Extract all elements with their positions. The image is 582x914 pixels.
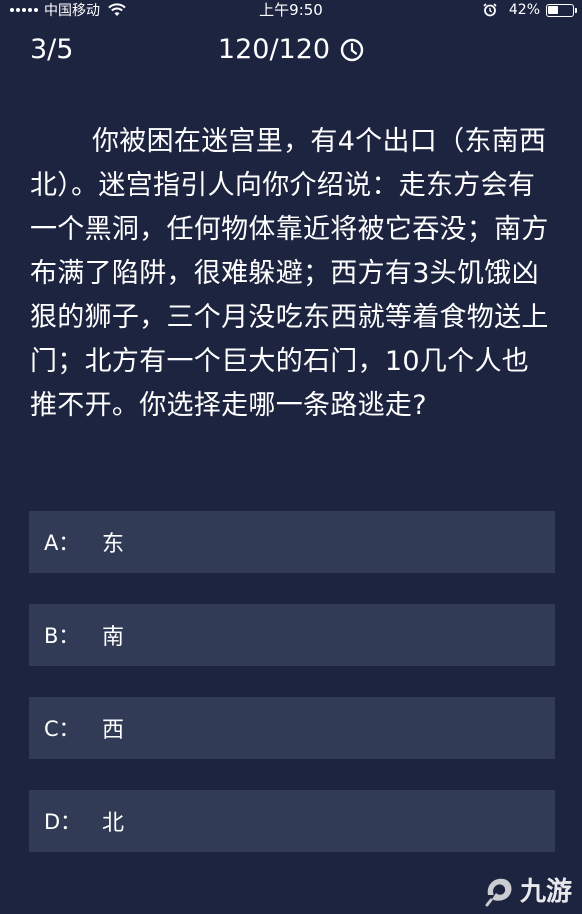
option-letter: A： <box>44 531 80 555</box>
option-text: 西 <box>102 718 125 743</box>
option-text: 南 <box>102 625 125 650</box>
option-letter: C： <box>44 717 80 741</box>
option-b-button[interactable]: B： 南 <box>29 604 555 666</box>
option-text: 东 <box>102 532 125 557</box>
watermark-text: 九游 <box>519 877 572 907</box>
option-d-button[interactable]: D： 北 <box>29 790 555 852</box>
clock-icon <box>340 38 364 62</box>
jiuyou-logo-icon <box>485 878 512 906</box>
battery-percent: 42% <box>508 2 540 18</box>
quiz-header: 3/5 120/120 <box>0 30 582 70</box>
timer: 120/120 <box>0 30 582 70</box>
option-text: 北 <box>102 811 125 836</box>
battery-icon <box>546 3 577 17</box>
battery-level-fill <box>548 5 558 14</box>
watermark: 九游 <box>482 871 572 908</box>
option-letter: D： <box>44 810 82 834</box>
option-c-button[interactable]: C： 西 <box>29 697 555 759</box>
answer-options: A： 东 B： 南 C： 西 D： 北 <box>29 511 555 883</box>
option-a-button[interactable]: A： 东 <box>29 511 555 573</box>
timer-value: 120/120 <box>217 34 331 65</box>
alarm-icon <box>483 3 497 17</box>
option-letter: B： <box>44 624 80 648</box>
question-text: 你被困在迷宫里，有4个出口（东南西北）。迷宫指引人向你介绍说：走东方会有一个黑洞… <box>30 126 549 421</box>
status-right: 42% <box>483 0 577 20</box>
status-bar: 中国移动 上午9:50 42% <box>0 0 582 20</box>
